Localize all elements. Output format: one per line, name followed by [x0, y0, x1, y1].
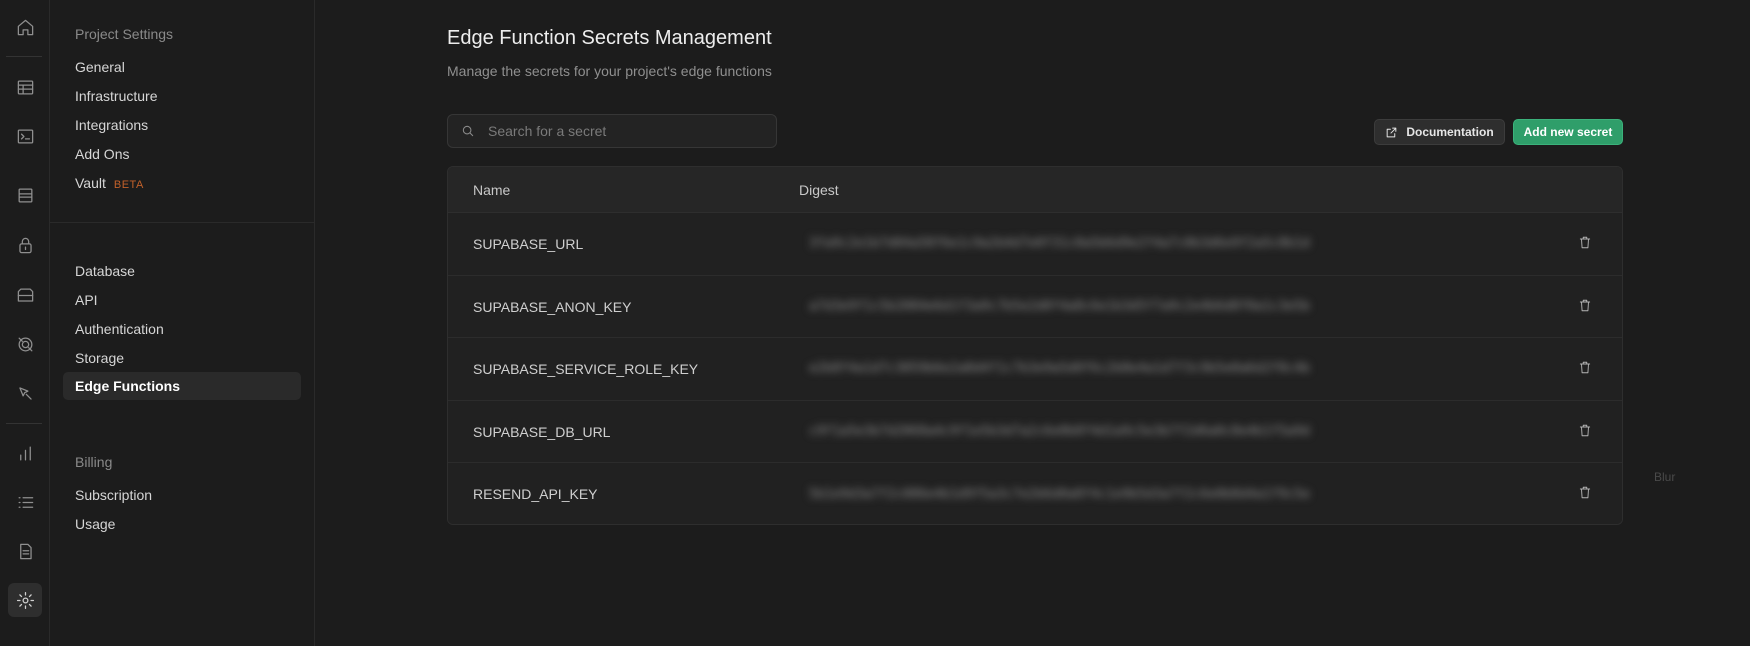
secret-digest: e2b8f4a1d7c3059b6e2a8d4f1c7b3e9a5d0f6c2b…	[809, 361, 1310, 377]
database-icon[interactable]	[8, 178, 42, 212]
api-docs-icon[interactable]	[8, 534, 42, 568]
table-row: SUPABASE_ANON_KEY a7d3e9f1c5b2084e6d1f3a…	[448, 275, 1622, 338]
page-subtitle: Manage the secrets for your project's ed…	[447, 63, 772, 79]
secret-name: SUPABASE_URL	[473, 236, 584, 252]
column-header-name: Name	[473, 182, 511, 198]
sidebar-item-label: Vault	[75, 175, 106, 191]
sidebar-item-subscription[interactable]: Subscription	[75, 487, 152, 503]
sidebar-item-storage[interactable]: Storage	[75, 350, 124, 366]
search-box	[447, 114, 777, 148]
secret-name: SUPABASE_ANON_KEY	[473, 298, 632, 315]
logs-icon[interactable]	[8, 485, 42, 519]
search-input[interactable]	[488, 123, 768, 139]
settings-icon[interactable]	[8, 583, 42, 617]
realtime-icon[interactable]	[8, 327, 42, 361]
rail-divider	[6, 56, 42, 57]
add-new-secret-button[interactable]: Add new secret	[1513, 119, 1623, 145]
secret-name: SUPABASE_DB_URL	[473, 423, 611, 440]
delete-icon[interactable]	[1578, 298, 1594, 314]
sidebar-heading-project: Project Settings	[75, 26, 174, 42]
blur-label: Blur	[1654, 470, 1676, 484]
sidebar-divider	[50, 222, 315, 223]
sidebar-item-vault[interactable]: Vault BETA	[75, 175, 144, 191]
reports-icon[interactable]	[8, 436, 42, 470]
secret-digest: a7d3e9f1c5b2084e6d1f3a9c7b5e2d0f4a8c6e1b…	[809, 298, 1310, 314]
table-editor-icon[interactable]	[8, 70, 42, 104]
secret-name: RESEND_API_KEY	[473, 486, 598, 502]
delete-icon[interactable]	[1578, 360, 1594, 376]
settings-sidebar: Project Settings General Infrastructure …	[50, 0, 315, 646]
sidebar-item-infrastructure[interactable]: Infrastructure	[75, 88, 157, 104]
documentation-button-label: Documentation	[1406, 125, 1494, 139]
storage-icon[interactable]	[8, 278, 42, 312]
documentation-button[interactable]: Documentation	[1374, 119, 1505, 145]
delete-icon[interactable]	[1578, 235, 1594, 251]
sidebar-item-general[interactable]: General	[75, 59, 125, 75]
auth-icon[interactable]	[8, 228, 42, 262]
home-icon[interactable]	[8, 10, 42, 44]
delete-icon[interactable]	[1578, 485, 1594, 501]
table-row: RESEND_API_KEY 5b1e9d3a7f2c086e4b1d9f5a3…	[448, 463, 1622, 524]
page-title: Edge Function Secrets Management	[447, 27, 772, 49]
sidebar-item-edge-functions[interactable]: Edge Functions	[63, 372, 301, 400]
search-icon	[448, 124, 488, 138]
sidebar-item-authentication[interactable]: Authentication	[75, 321, 164, 337]
rail-divider	[6, 423, 42, 424]
secret-digest: 5b1e9d3a7f2c086e4b1d9f5a3c7e2b6d0a8f4c1e…	[809, 486, 1310, 502]
icon-rail	[0, 0, 50, 646]
table-row: SUPABASE_SERVICE_ROLE_KEY e2b8f4a1d7c305…	[448, 338, 1622, 401]
sidebar-item-database[interactable]: Database	[75, 263, 135, 279]
delete-icon[interactable]	[1578, 423, 1594, 439]
external-link-icon	[1387, 127, 1397, 137]
sidebar-item-add-ons[interactable]: Add Ons	[75, 146, 129, 162]
sidebar-item-integrations[interactable]: Integrations	[75, 117, 148, 133]
column-header-digest: Digest	[799, 182, 839, 198]
secrets-table: Name Digest SUPABASE_URL 3fa9c2e1b7d04a5…	[447, 166, 1623, 525]
sidebar-heading-billing: Billing	[75, 454, 113, 470]
sidebar-item-api[interactable]: API	[75, 292, 98, 308]
edge-functions-icon[interactable]	[8, 376, 42, 410]
secret-name: SUPABASE_SERVICE_ROLE_KEY	[473, 361, 699, 377]
table-row: SUPABASE_DB_URL c9f1a5e3b7d2068a4c9f1e5b…	[448, 400, 1622, 463]
sql-editor-icon[interactable]	[8, 119, 42, 153]
table-header: Name Digest	[448, 167, 1622, 213]
sidebar-item-usage[interactable]: Usage	[75, 516, 115, 532]
table-row: SUPABASE_URL 3fa9c2e1b7d04a58f6e1c9a2b4d…	[448, 213, 1622, 276]
secret-digest: c9f1a5e3b7d2068a4c9f1e5b3d7a2c6e0b8f4d1a…	[809, 423, 1310, 439]
beta-badge: BETA	[113, 179, 144, 191]
secret-digest: 3fa9c2e1b7d04a58f6e1c9a2b4d7e0f31c8a5b6d…	[809, 236, 1310, 252]
